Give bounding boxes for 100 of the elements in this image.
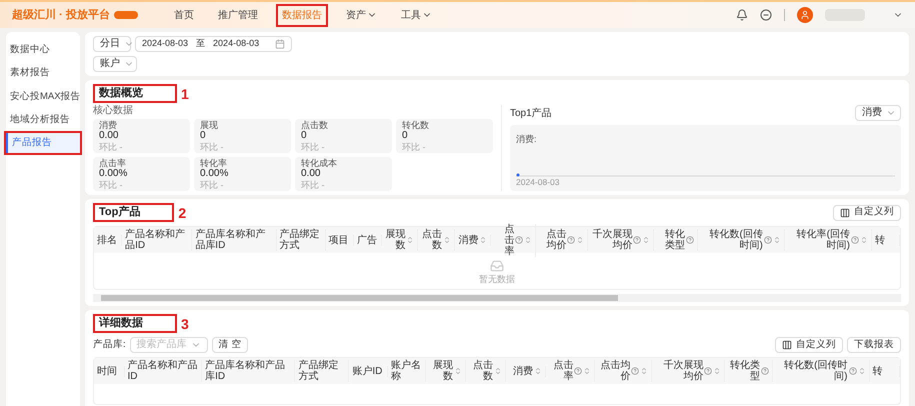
sidebar-item[interactable]: 素材报告 [6,63,80,84]
sort-icon[interactable] [479,236,488,244]
column-header: 账户名称 [388,360,426,382]
sort-icon[interactable] [442,236,451,244]
column-header: 产品名称和产品ID [122,229,192,251]
sort-icon[interactable] [454,367,462,375]
chart-title: Top1产品 [510,106,552,120]
column-header: 点击均价 [536,229,588,251]
sidebar-item[interactable]: 安心投MAX报告 [6,86,80,107]
metric-label: 展现 [200,120,219,130]
column-header: 千次展现均价 [588,229,654,251]
metric-label: 点击率 [99,158,127,168]
nav-tab[interactable]: 工具 [396,6,436,24]
horizontal-scrollbar[interactable] [93,294,901,302]
badge-icon [114,11,138,19]
calendar-icon [275,39,286,49]
column-header: 展现数 [426,360,466,382]
help-icon[interactable] [633,236,642,244]
help-icon[interactable] [515,236,524,244]
column-header: 转化数(回传时间) [773,360,870,382]
column-header: 产品绑定方式 [276,229,326,251]
metric-value: 0.00 [301,168,322,180]
column-header: 产品库名称和产品库ID [202,360,296,382]
sort-icon[interactable] [534,367,542,375]
metric-compare: 环比 - [99,180,124,190]
metric-compare: 环比 - [99,142,124,152]
sort-icon[interactable] [406,236,414,244]
empty-inbox-icon [490,258,504,272]
column-header: 项目 [326,234,354,246]
column-header: 产品名称和产品ID [124,360,202,382]
metric-compare: 环比 - [200,142,224,152]
custom-columns-button[interactable]: 自定义列 [775,337,843,353]
metric-select[interactable]: 消费 [855,105,901,121]
help-icon[interactable] [848,367,856,375]
column-header: 转 [872,234,900,246]
metric-value: 0 [402,130,409,142]
help-icon[interactable] [850,236,859,244]
help-icon[interactable] [764,236,772,244]
annotation-number: 2 [178,206,186,220]
date-range-field[interactable]: 2024-08-03 至 2024-08-03 [135,36,292,52]
user-icon [800,10,810,20]
granularity-select[interactable]: 分日 [93,36,131,52]
column-header: 消费 [454,234,492,246]
column-header: 广告 [354,234,382,246]
sidebar-item[interactable]: 数据中心 [6,40,80,60]
nav-tab[interactable]: 资产 [342,6,381,24]
metric-value: 0.00% [99,168,128,180]
sort-icon[interactable] [494,367,502,375]
metric-label: 点击数 [301,120,329,130]
sort-icon[interactable] [772,236,781,244]
bell-icon[interactable] [736,9,748,21]
column-header: 转化类型 [725,360,774,382]
level-select[interactable]: 账户 [93,56,137,72]
metric-label: 消费 [99,120,118,130]
help-icon[interactable] [631,367,640,375]
sort-icon[interactable] [524,236,532,244]
sidebar-item[interactable]: 地域分析报告 [6,110,80,130]
sort-icon[interactable] [860,236,868,244]
column-header: 点击均价 [595,360,652,382]
sort-icon[interactable] [640,367,648,375]
help-icon[interactable] [567,236,576,244]
metric-label: 转化成本 [301,158,338,168]
custom-columns-button[interactable]: 自定义列 [833,204,901,220]
x-axis-label: 2024-08-03 [516,177,560,187]
sort-icon[interactable] [576,236,584,244]
columns-icon [840,208,850,218]
sort-icon[interactable] [642,236,650,244]
nav-tab[interactable]: 推广管理 [214,6,262,24]
annotation-number: 3 [181,316,189,330]
sidebar-item[interactable]: 产品报告 [6,133,80,154]
clear-button[interactable]: 清 空 [212,337,248,353]
nav-tab[interactable]: 首页 [170,6,198,24]
help-icon[interactable] [761,367,770,375]
metric-label: 转化数 [402,120,430,130]
series-label: 消费: [516,133,538,146]
avatar[interactable] [797,7,813,23]
metric-value: 0 [301,130,308,142]
metric-compare: 环比 - [301,142,326,152]
column-header: 时间 [94,366,125,376]
column-header: 千次展现均价 [652,360,726,382]
help-icon[interactable] [686,236,694,244]
minus-circle-icon[interactable] [760,9,772,21]
download-button[interactable]: 下载报表 [847,337,901,353]
columns-icon [782,340,792,350]
empty-text: 暂无数据 [479,274,515,284]
subtitle: 核心数据 [93,105,134,117]
metric-label: 转化率 [200,158,228,168]
column-header: 点击率 [491,224,536,256]
column-header: 点击数 [418,229,455,251]
sort-icon[interactable] [713,367,722,375]
section-title: 详细数据 [93,314,177,333]
column-header: 转化数(回传时间) [698,229,785,251]
help-icon[interactable] [704,367,712,375]
column-header: 转 [870,366,900,376]
help-icon[interactable] [574,367,582,375]
sort-icon[interactable] [858,367,866,375]
sort-icon[interactable] [583,367,592,375]
metric-value: 0.00 [99,130,120,142]
section-title: Top产品 [93,203,174,222]
column-header: 点击率 [546,360,596,382]
